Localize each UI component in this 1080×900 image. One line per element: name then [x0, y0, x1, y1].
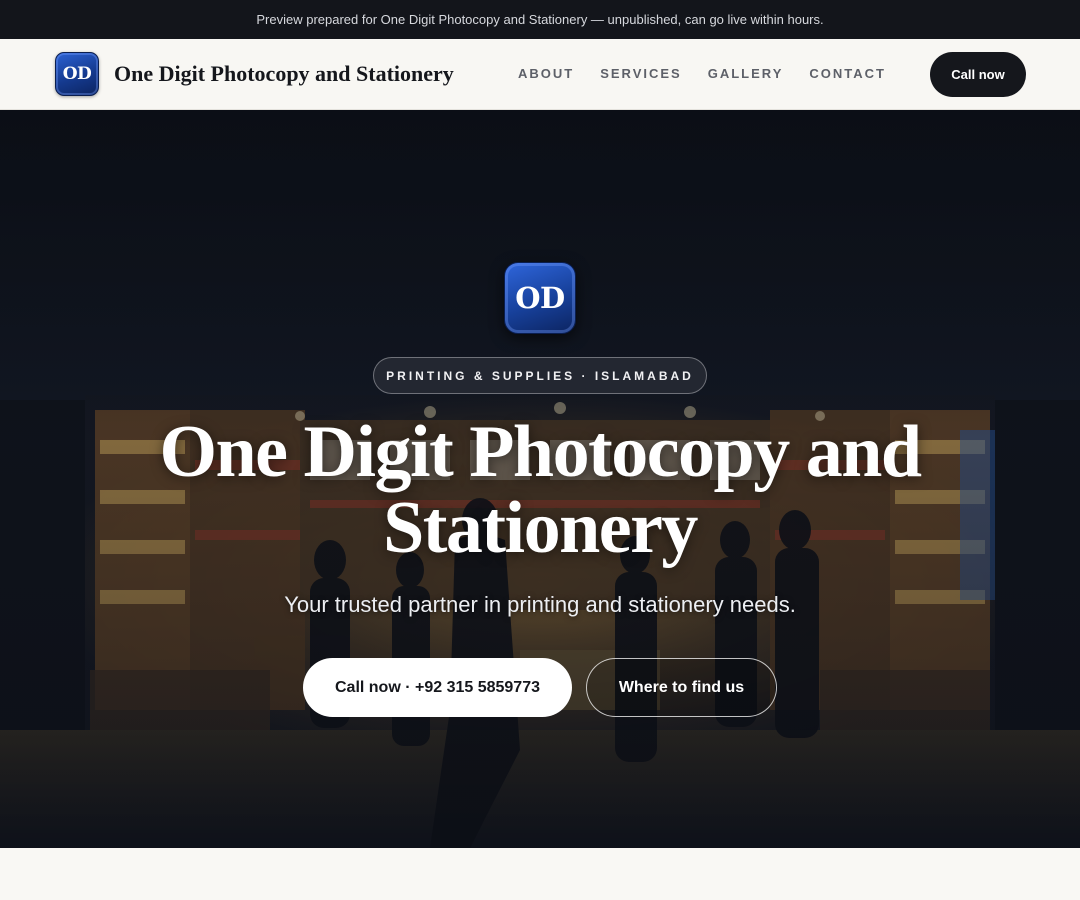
nav-link-services[interactable]: SERVICES — [600, 66, 682, 81]
preview-banner-text: Preview prepared for One Digit Photocopy… — [256, 12, 824, 27]
hero-content: OD PRINTING & SUPPLIES · ISLAMABAD One D… — [0, 110, 1080, 848]
hero-tagline-badge: PRINTING & SUPPLIES · ISLAMABAD — [373, 357, 707, 394]
nav-link-gallery[interactable]: GALLERY — [708, 66, 784, 81]
hero-title: One Digit Photocopy and Stationery — [159, 411, 922, 569]
nav-call-button[interactable]: Call now — [930, 52, 1026, 97]
top-navbar: OD One Digit Photocopy and Stationery AB… — [0, 39, 1080, 110]
nav-link-contact[interactable]: CONTACT — [809, 66, 886, 81]
next-section — [0, 848, 1080, 900]
call-now-button[interactable]: Call now · +92 315 5859773 — [303, 658, 572, 717]
nav-menu: ABOUT SERVICES GALLERY CONTACT — [518, 66, 912, 81]
where-to-find-us-button[interactable]: Where to find us — [586, 658, 777, 717]
hero-section: OD PRINTING & SUPPLIES · ISLAMABAD One D… — [0, 110, 1080, 848]
brand-link[interactable]: OD One Digit Photocopy and Stationery — [55, 52, 454, 96]
hero-subtitle: Your trusted partner in printing and sta… — [284, 592, 796, 617]
preview-banner: Preview prepared for One Digit Photocopy… — [0, 0, 1080, 39]
hero-logo: OD — [504, 262, 576, 334]
brand-logo: OD — [55, 52, 99, 96]
brand-name: One Digit Photocopy and Stationery — [114, 61, 454, 86]
nav-link-about[interactable]: ABOUT — [518, 66, 574, 81]
